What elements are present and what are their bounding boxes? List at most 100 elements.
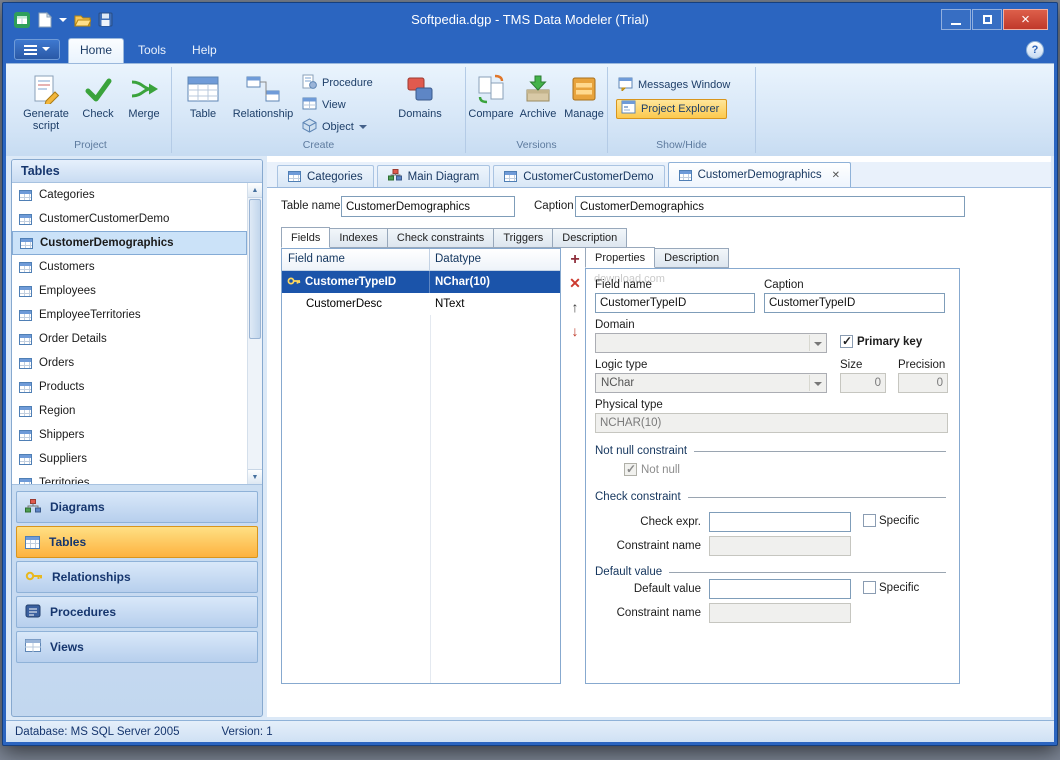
open-file-button[interactable]	[74, 13, 91, 27]
grid-row-customerdesc[interactable]: CustomerDesc NText	[282, 293, 560, 315]
app-menu-button[interactable]	[14, 39, 60, 60]
logic-type-select[interactable]: NChar	[595, 373, 827, 393]
minimize-icon	[951, 23, 961, 25]
subtab-check-constraints[interactable]: Check constraints	[387, 228, 495, 248]
generate-script-button[interactable]: Generate script	[18, 72, 74, 132]
table-icon	[19, 189, 32, 201]
scroll-thumb[interactable]	[249, 199, 261, 339]
messages-window-button[interactable]: Messages Window	[618, 75, 730, 95]
relationship-button[interactable]: Relationship	[228, 72, 298, 120]
sidebar-item-territories[interactable]: Territories	[12, 471, 247, 485]
object-button[interactable]: Object	[302, 117, 367, 137]
domain-select[interactable]	[595, 333, 827, 353]
compare-button[interactable]: Compare	[468, 72, 514, 120]
field-toolbar: + ✕ ↑ ↓	[566, 252, 584, 339]
grid-header-datatype[interactable]: Datatype	[430, 249, 560, 270]
sidebar-item-categories[interactable]: Categories	[12, 183, 247, 207]
table-icon	[19, 285, 32, 297]
project-explorer-button[interactable]: Project Explorer	[616, 99, 728, 119]
check-button[interactable]: Check	[76, 72, 120, 120]
nav-label: Tables	[49, 535, 87, 549]
delete-field-button[interactable]: ✕	[569, 276, 581, 291]
manage-button[interactable]: Manage	[562, 72, 606, 120]
table-button[interactable]: Table	[180, 72, 226, 120]
table-icon	[19, 381, 32, 393]
sidebar-nav-procedures[interactable]: Procedures	[16, 596, 258, 628]
section-title: Default value	[595, 566, 663, 578]
primary-key-checkbox[interactable]	[840, 334, 853, 348]
close-button[interactable]: ×	[1003, 9, 1048, 30]
doc-tab-customercustomerdemo[interactable]: CustomerCustomerDemo	[493, 165, 665, 187]
sidebar-nav-diagrams[interactable]: Diagrams	[16, 491, 258, 523]
help-button[interactable]: ?	[1026, 41, 1044, 59]
save-button[interactable]	[98, 12, 113, 27]
grid-header-fieldname[interactable]: Field name	[282, 249, 430, 270]
subtab-fields[interactable]: Fields	[281, 227, 331, 248]
props-tab-properties[interactable]: Properties	[585, 247, 656, 268]
scrollbar[interactable]: ▲ ▼	[247, 183, 262, 484]
physical-type-input[interactable]	[595, 413, 948, 433]
doc-tab-main-diagram[interactable]: Main Diagram	[376, 165, 491, 187]
minimize-button[interactable]	[941, 9, 971, 30]
props-tab-description[interactable]: Description	[655, 248, 730, 268]
sidebar-item-customerdemographics[interactable]: CustomerDemographics	[12, 231, 247, 255]
subtab-indexes[interactable]: Indexes	[330, 228, 388, 248]
sidebar-nav-tables[interactable]: Tables	[16, 526, 258, 558]
scroll-down-button[interactable]: ▼	[248, 469, 262, 484]
list-item-label: Territories	[39, 477, 90, 485]
field-name-input[interactable]	[595, 293, 755, 313]
sidebar-item-customers[interactable]: Customers	[12, 255, 247, 279]
default-constraint-name-input[interactable]	[709, 603, 851, 623]
tables-icon	[25, 535, 40, 549]
doc-tab-customerdemographics[interactable]: CustomerDemographics ✕	[667, 162, 851, 187]
sidebar-item-order-details[interactable]: Order Details	[12, 327, 247, 351]
sidebar-item-shippers[interactable]: Shippers	[12, 423, 247, 447]
group-label-show-hide: Show/Hide	[656, 139, 707, 151]
sidebar-item-employees[interactable]: Employees	[12, 279, 247, 303]
check-specific-checkbox[interactable]	[863, 514, 876, 527]
procedure-button[interactable]: Procedure	[302, 73, 373, 93]
not-null-checkbox[interactable]	[624, 462, 637, 476]
scroll-up-button[interactable]: ▲	[248, 183, 262, 198]
tab-help[interactable]: Help	[180, 38, 229, 63]
size-input[interactable]	[840, 373, 886, 393]
tab-home[interactable]: Home	[68, 38, 125, 63]
props-caption-label: Caption	[764, 279, 804, 291]
subtab-triggers[interactable]: Triggers	[494, 228, 554, 248]
default-value-input[interactable]	[709, 579, 851, 599]
size-label: Size	[840, 359, 863, 371]
new-file-caret-icon[interactable]	[59, 17, 67, 26]
app-icon[interactable]	[13, 11, 31, 29]
sidebar-nav-views[interactable]: Views	[16, 631, 258, 663]
sidebar-item-customercustomerdemo[interactable]: CustomerCustomerDemo	[12, 207, 247, 231]
caption-input[interactable]	[575, 196, 965, 217]
close-tab-icon[interactable]: ✕	[832, 170, 840, 181]
add-field-button[interactable]: +	[570, 252, 579, 268]
maximize-button[interactable]	[972, 9, 1002, 30]
sidebar-item-employeeterritories[interactable]: EmployeeTerritories	[12, 303, 247, 327]
check-constraint-name-input[interactable]	[709, 536, 851, 556]
default-specific-checkbox[interactable]	[863, 581, 876, 594]
tab-tools[interactable]: Tools	[126, 38, 178, 63]
doc-tab-categories[interactable]: Categories	[277, 165, 374, 187]
sidebar-item-orders[interactable]: Orders	[12, 351, 247, 375]
table-name-input[interactable]	[341, 196, 515, 217]
archive-button[interactable]: Archive	[516, 72, 560, 120]
sidebar-item-suppliers[interactable]: Suppliers	[12, 447, 247, 471]
check-expr-input[interactable]	[709, 512, 851, 532]
view-button[interactable]: View	[302, 95, 346, 115]
messages-window-icon	[618, 76, 633, 94]
sidebar-item-products[interactable]: Products	[12, 375, 247, 399]
new-file-button[interactable]	[38, 11, 52, 28]
move-field-down-button[interactable]: ↓	[572, 324, 579, 339]
main-area: Tables Categories CustomerCustomerDemo C…	[6, 156, 1054, 720]
merge-button[interactable]: Merge	[122, 72, 166, 120]
domains-button[interactable]: Domains	[394, 72, 446, 120]
props-caption-input[interactable]	[764, 293, 945, 313]
move-field-up-button[interactable]: ↑	[572, 300, 579, 315]
sidebar-item-region[interactable]: Region	[12, 399, 247, 423]
sidebar-nav-relationships[interactable]: Relationships	[16, 561, 258, 593]
precision-input[interactable]	[898, 373, 948, 393]
subtab-description[interactable]: Description	[553, 228, 628, 248]
grid-row-customertypeid[interactable]: CustomerTypeID NChar(10)	[282, 271, 560, 293]
